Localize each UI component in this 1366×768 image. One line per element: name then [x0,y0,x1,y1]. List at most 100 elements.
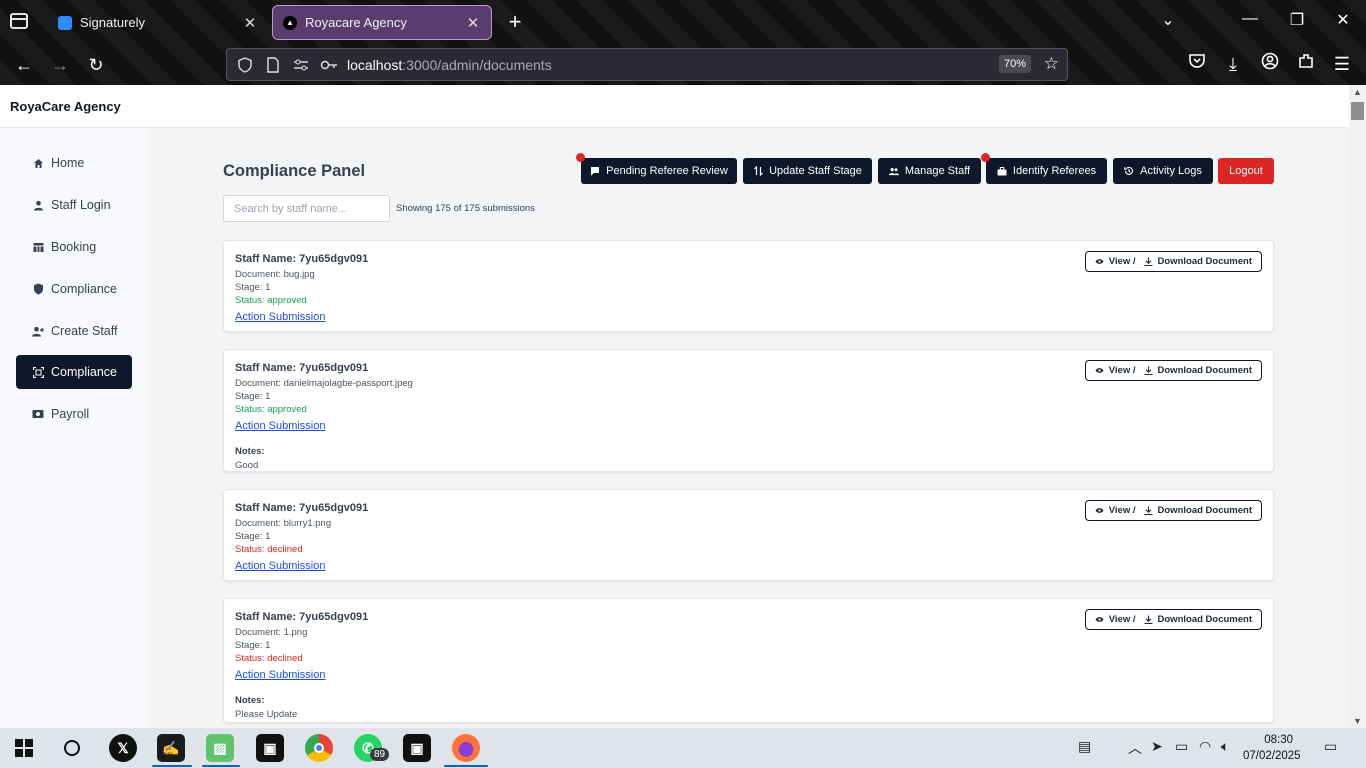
search-input[interactable] [223,195,390,222]
pending-referee-review-button[interactable]: Pending Referee Review [576,153,737,184]
downloads-icon[interactable]: ⤓ [1221,52,1245,76]
key-icon[interactable] [319,55,339,75]
stage: Stage: 1 [235,640,271,651]
view-download-document-button[interactable]: View / Download Document [1084,609,1262,630]
sidebar-item-staff-login[interactable]: Staff Login [16,188,132,222]
pocket-icon[interactable] [1185,52,1209,76]
close-window-icon[interactable]: ✕ [1331,10,1355,30]
download-icon [1144,615,1153,624]
firefox-icon[interactable] [452,734,480,762]
stage: Stage: 1 [235,531,271,542]
sidebar-item-home[interactable]: Home [16,146,132,180]
green-app-icon[interactable]: ▨ [206,734,234,762]
view-download-document-button[interactable]: View / Download Document [1084,500,1262,521]
sidebar-item-payroll[interactable]: Payroll [16,397,132,431]
update-staff-stage-button[interactable]: Update Staff Stage [743,158,872,184]
notifications-icon[interactable]: ▭ [1324,738,1337,755]
clock-time: 08:30 [1264,734,1293,746]
notes-label: Notes: [235,446,265,457]
close-tab-icon[interactable]: ✕ [242,14,258,32]
news-widget-icon[interactable]: ▤ [1078,738,1091,755]
sidebar-item-compliance-active[interactable]: Compliance [16,355,132,389]
minimize-icon[interactable]: — [1238,10,1262,28]
status: Status: declined [235,544,303,555]
sidebar-item-compliance[interactable]: Compliance [16,272,132,306]
show-hidden-icons-icon[interactable]: ︿ [1128,738,1142,758]
tab-royacare[interactable]: ▲ Royacare Agency ✕ [272,5,492,40]
action-submission-link[interactable]: Action Submission [235,560,326,572]
scroll-thumb[interactable] [1351,102,1364,120]
wifi-icon[interactable]: ◠ [1199,738,1211,755]
reload-icon[interactable]: ↻ [84,53,108,77]
back-icon[interactable]: ← [12,53,36,77]
button-label: Identify Referees [1012,165,1097,177]
restore-icon[interactable]: ❐ [1285,10,1309,30]
notes-text: Please Update [235,709,298,720]
chrome-icon[interactable] [305,734,333,762]
submission-card: Staff Name: 7yu65dgv091 Document: blurry… [223,489,1274,581]
download-label: Download Document [1157,365,1252,376]
x-app-icon[interactable]: 𝕏 [109,734,137,762]
scan-icon [32,366,44,378]
view-download-document-button[interactable]: View / Download Document [1084,360,1262,381]
action-submission-link[interactable]: Action Submission [235,420,326,432]
action-submission-link[interactable]: Action Submission [235,669,326,681]
sidebar-item-label: Booking [51,240,97,254]
status: Status: approved [235,404,307,415]
new-tab-icon[interactable]: + [504,11,526,33]
user-icon [32,199,44,211]
identify-referees-button[interactable]: Identify Referees [981,153,1107,184]
zoom-level[interactable]: 70% [998,55,1031,73]
download-icon [1144,366,1153,375]
web-page: RoyaCare Agency Home Staff Login Booking… [0,85,1349,728]
view-label: View / [1108,505,1136,516]
menu-icon[interactable]: ☰ [1330,52,1354,76]
activity-logs-button[interactable]: Activity Logs [1113,158,1213,184]
table-icon [32,241,44,253]
scroll-up-icon[interactable]: ▲ [1349,87,1366,97]
signature-app-icon[interactable]: ✍ [157,734,185,762]
stage: Stage: 1 [235,391,271,402]
close-tab-icon[interactable]: ✕ [465,14,481,32]
stage: Stage: 1 [235,282,271,293]
download-label: Download Document [1157,505,1252,516]
logout-button[interactable]: Logout [1218,158,1274,184]
action-submission-link[interactable]: Action Submission [235,311,326,323]
sidebar-item-label: Home [51,156,85,170]
sidebar-item-create-staff[interactable]: Create Staff [16,314,132,348]
battery-icon[interactable]: ▭ [1175,738,1188,755]
url-text[interactable]: localhost:3000/admin/documents [347,57,552,73]
submission-count: Showing 175 of 175 submissions [396,203,535,214]
money-icon [32,408,44,420]
app-running-indicator [202,765,240,767]
button-label: Manage Staff [904,165,971,177]
tab-bar: Signaturely ✕ ▲ Royacare Agency ✕ + ⌄ — … [0,0,1366,44]
account-icon[interactable] [1258,52,1282,76]
list-tabs-icon[interactable]: ⌄ [1156,10,1180,30]
manage-staff-button[interactable]: Manage Staff [878,158,981,184]
status: Status: approved [235,295,307,306]
brand-title: RoyaCare Agency [10,99,121,114]
extensions-icon[interactable] [1294,52,1318,76]
url-bar[interactable]: localhost:3000/admin/documents 70% ☆ [226,48,1068,81]
shield-icon [32,283,44,295]
tab-overview-icon[interactable] [8,10,32,34]
forward-icon[interactable]: → [48,53,72,77]
scroll-down-icon[interactable]: ▼ [1349,716,1366,726]
search-circle-icon[interactable] [58,734,86,762]
view-download-document-button[interactable]: View / Download Document [1084,251,1262,272]
whatsapp-badge: 89 [370,748,390,761]
shield-icon[interactable] [235,55,255,75]
telegram-icon[interactable]: ➤ [1151,738,1163,755]
system-clock[interactable]: 08:30 07/02/2025 [1243,732,1301,764]
page-icon[interactable] [263,55,283,75]
volume-icon[interactable]: 🔈︎ [1221,738,1229,755]
page-scrollbar[interactable]: ▲ ▼ [1349,85,1366,728]
permissions-icon[interactable] [291,55,311,75]
start-windows-icon[interactable] [10,734,38,762]
sidebar-item-booking[interactable]: Booking [16,230,132,264]
bookmark-star-icon[interactable]: ☆ [1044,54,1059,74]
cube-app-icon-2[interactable]: ▣ [403,734,431,762]
tab-signaturely[interactable]: Signaturely ✕ [48,5,268,40]
cube-app-icon[interactable]: ▣ [256,734,284,762]
